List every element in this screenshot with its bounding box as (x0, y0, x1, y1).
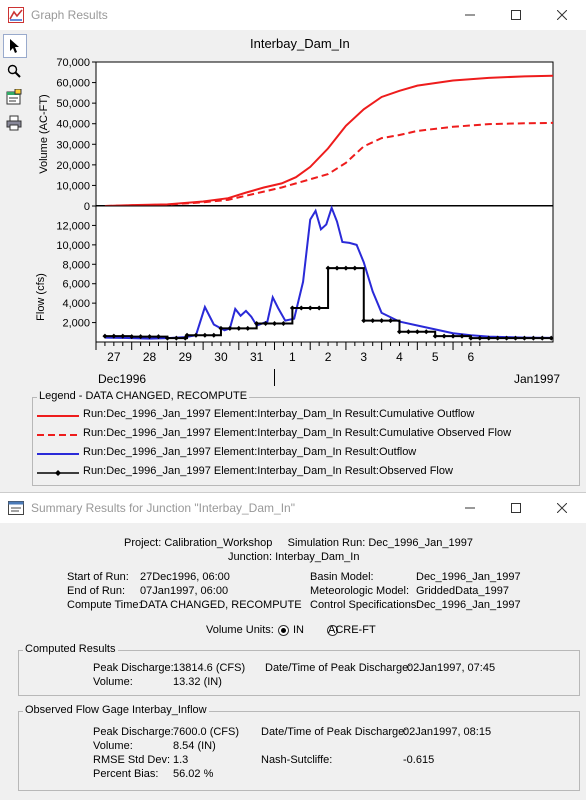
observed-flow-title: Observed Flow Gage Interbay_Inflow (23, 704, 209, 716)
junction-line: Junction: Interbay_Dam_In (228, 551, 360, 563)
legend-item: Run:Dec_1996_Jan_1997 Element:Interbay_D… (83, 427, 512, 439)
flow-y-tick-label: 10,000 (56, 240, 90, 252)
summary-minimize-button[interactable] (447, 493, 493, 523)
x-day-label: 4 (396, 350, 403, 364)
volume-y-tick-label: 30,000 (56, 139, 90, 151)
legend-swatch-cumulative-outflow (37, 415, 79, 417)
observed-nash-label: Nash-Sutcliffe: (261, 754, 333, 766)
summary-app-icon (8, 501, 24, 515)
legend-swatch-observed-flow (37, 470, 79, 476)
summary-window-title: Summary Results for Junction "Interbay_D… (31, 501, 295, 515)
computed-date-value: 02Jan1997, 07:45 (407, 662, 496, 674)
summary-results-window: Summary Results for Junction "Interbay_D… (0, 492, 586, 800)
start-value: 27Dec1996, 06:00 (140, 571, 230, 583)
computed-results-title: Computed Results (23, 643, 118, 655)
graph-results-window: Graph Results Interbay_Dam_In 70,000 60,0… (0, 0, 586, 492)
start-label: Start of Run: (67, 571, 129, 583)
x-day-label: 31 (250, 350, 264, 364)
computed-results-panel: Computed Results Peak Discharge: 13814.6… (18, 643, 580, 696)
end-value: 07Jan1997, 06:00 (140, 585, 229, 597)
computed-peak-value: 13814.6 (CFS) (173, 662, 246, 674)
observed-date-label: Date/Time of Peak Discharge: (261, 726, 408, 738)
volume-y-tick-label: 60,000 (56, 78, 90, 90)
end-label: End of Run: (67, 585, 126, 597)
summary-titlebar: Summary Results for Junction "Interbay_D… (0, 493, 586, 523)
flow-y-tick-label: 6,000 (62, 279, 90, 291)
basin-label: Basin Model: (310, 571, 374, 583)
volume-y-tick-label: 0 (84, 201, 90, 213)
legend-swatch-cumulative-observed (37, 434, 79, 436)
flow-y-tick-label: 12,000 (56, 220, 90, 232)
x-day-label: 6 (468, 350, 475, 364)
observed-bias-label: Percent Bias: (93, 768, 159, 780)
observed-peak-value: 7600.0 (CFS) (173, 726, 240, 738)
met-label: Meteorologic Model: (310, 585, 410, 597)
month-label-jan: Jan1997 (514, 372, 561, 386)
flow-axis-label: Flow (cfs) (35, 273, 47, 321)
x-day-label: 1 (289, 350, 296, 364)
observed-nash-value: -0.615 (403, 754, 435, 766)
legend-item: Run:Dec_1996_Jan_1997 Element:Interbay_D… (83, 408, 475, 420)
observed-bias-value: 56.02 % (173, 768, 214, 780)
legend-title: Legend - DATA CHANGED, RECOMPUTE (37, 390, 250, 402)
volume-y-tick-label: 70,000 (56, 57, 90, 69)
volume-y-tick-label: 50,000 (56, 98, 90, 110)
maximize-icon (511, 503, 521, 513)
x-day-label: 28 (143, 350, 157, 364)
volume-axis-label: Volume (AC-FT) (38, 94, 50, 174)
observed-rmse-value: 1.3 (173, 754, 189, 766)
units-label: Volume Units: (206, 624, 274, 636)
observed-date-value: 02Jan1997, 08:15 (403, 726, 492, 738)
project-line: Project: Calibration_Workshop Simulation… (124, 537, 473, 549)
x-day-label: 2 (325, 350, 332, 364)
computed-volume-value: 13.32 (IN) (173, 676, 222, 688)
flow-y-tick-label: 4,000 (62, 298, 90, 310)
x-day-label: 5 (432, 350, 439, 364)
volume-y-tick-label: 20,000 (56, 160, 90, 172)
unit-in-radio[interactable] (278, 625, 289, 636)
observed-flow-panel: Observed Flow Gage Interbay_Inflow Peak … (18, 704, 580, 791)
minimize-icon (465, 507, 475, 509)
observed-volume-label: Volume: (93, 740, 133, 752)
summary-maximize-button[interactable] (493, 493, 539, 523)
met-value: GriddedData_1997 (416, 585, 509, 597)
legend-item: Run:Dec_1996_Jan_1997 Element:Interbay_D… (83, 446, 417, 458)
volume-y-tick-label: 40,000 (56, 119, 90, 131)
chart-canvas[interactable]: 70,000 60,000 50,000 40,000 30,000 20,000 10,0… (0, 0, 586, 400)
unit-in-label[interactable]: IN (293, 624, 304, 636)
observed-peak-label: Peak Discharge: (93, 726, 174, 738)
legend-swatch-outflow (37, 453, 79, 455)
computed-date-label: Date/Time of Peak Discharge: (265, 662, 412, 674)
observed-rmse-label: RMSE Std Dev: (93, 754, 171, 766)
x-day-label: 27 (107, 350, 121, 364)
unit-acreft-label[interactable]: ACRE-FT (328, 624, 376, 636)
summary-close-button[interactable] (539, 493, 585, 523)
volume-y-tick-label: 10,000 (56, 180, 90, 192)
flow-y-tick-label: 2,000 (62, 318, 90, 330)
computed-peak-label: Peak Discharge: (93, 662, 174, 674)
control-value: Dec_1996_Jan_1997 (416, 599, 521, 611)
legend-panel: Legend - DATA CHANGED, RECOMPUTE Run:Dec… (32, 390, 580, 486)
flow-y-tick-label: 8,000 (62, 259, 90, 271)
basin-value: Dec_1996_Jan_1997 (416, 571, 521, 583)
x-day-label: 3 (360, 350, 367, 364)
close-icon (557, 503, 567, 513)
legend-item: Run:Dec_1996_Jan_1997 Element:Interbay_D… (83, 465, 453, 477)
control-label: Control Specifications: (310, 599, 420, 611)
volume-plot-area (95, 61, 554, 207)
month-label-dec: Dec1996 (98, 372, 147, 386)
observed-volume-value: 8.54 (IN) (173, 740, 216, 752)
x-day-label: 30 (214, 350, 228, 364)
compute-label: Compute Time: (67, 599, 142, 611)
compute-value: DATA CHANGED, RECOMPUTE (140, 599, 302, 611)
computed-volume-label: Volume: (93, 676, 133, 688)
x-day-label: 29 (179, 350, 193, 364)
